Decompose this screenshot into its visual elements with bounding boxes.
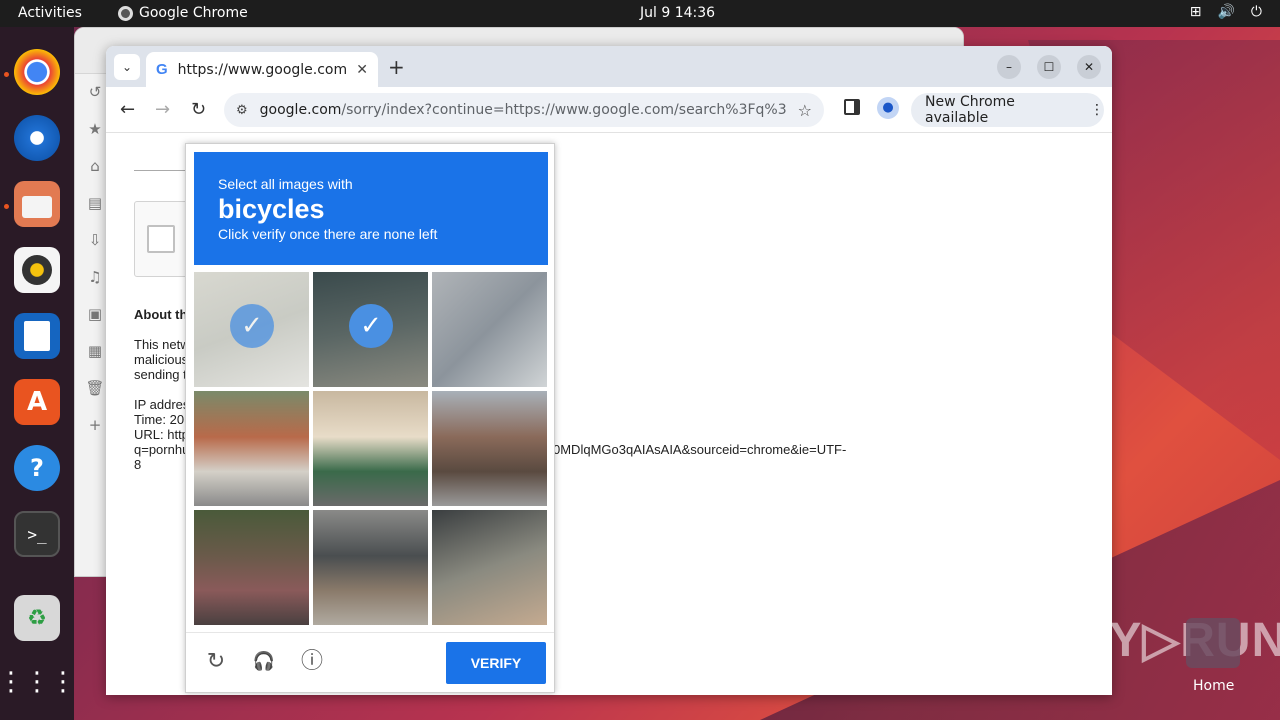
close-window-button[interactable]: ✕ [1077,55,1101,79]
reload-button[interactable]: ↻ [191,99,206,120]
tab-strip: ⌄ G https://www.google.com ✕ + – ☐ ✕ [106,46,1112,87]
challenge-header: Select all images with bicycles Click ve… [194,152,548,265]
app-menu[interactable]: Google Chrome [118,5,248,21]
trash-icon[interactable]: ♻ [14,595,60,641]
chrome-icon [118,5,133,21]
image-tile[interactable] [194,391,309,506]
challenge-instruction: Select all images with [218,176,353,192]
address-bar[interactable]: ⚙ google.com/sorry/index?continue=https:… [224,93,824,127]
url-path: /sorry/index?continue=https://www.google… [341,102,788,118]
challenge-hint: Click verify once there are none left [218,226,438,242]
image-tile[interactable] [313,510,428,625]
challenge-target: bicycles [218,194,325,224]
terminal-icon[interactable]: >_ [14,511,60,557]
toolbar: ← → ↻ ⚙ google.com/sorry/index?continue=… [106,87,1112,133]
back-button[interactable]: ← [120,99,135,120]
running-indicator [4,72,9,77]
tab-search-button[interactable]: ⌄ [114,54,140,80]
reload-icon[interactable]: ↻ [203,649,229,675]
tab-google[interactable]: G https://www.google.com ✕ [146,52,378,87]
app-grid-icon[interactable]: ⋮⋮⋮ [0,659,76,705]
challenge-footer: ↻ 🎧 ⓘ VERIFY [186,632,554,692]
image-tile[interactable] [432,510,547,625]
audio-icon[interactable]: 🎧 [251,649,277,675]
paragraph-line: sending t [134,367,187,382]
verify-button[interactable]: VERIFY [446,642,546,684]
check-icon: ✓ [230,304,274,348]
side-panel-icon[interactable] [844,99,860,115]
info-icon[interactable]: ⓘ [299,649,325,675]
recaptcha-checkbox[interactable] [147,225,175,253]
app-name: Google Chrome [139,5,248,21]
thunderbird-icon[interactable] [14,115,60,161]
volume-icon: 🔊 [1217,4,1235,20]
home-folder-icon[interactable] [1186,618,1240,668]
writer-icon[interactable] [14,313,60,359]
url-line: URL: http [134,427,189,442]
clock[interactable]: Jul 9 14:36 [640,5,715,21]
paragraph-line: malicious [134,352,189,367]
tab-title: https://www.google.com [177,61,347,78]
google-icon: G [156,61,168,78]
activities-button[interactable]: Activities [18,5,82,21]
bookmark-star-icon[interactable]: ☆ [798,101,812,120]
system-tray[interactable]: ⊞ 🔊 ⏻ [1190,4,1262,20]
minimize-button[interactable]: – [997,55,1021,79]
forward-button[interactable]: → [155,99,170,120]
image-tile[interactable]: ✓ [313,272,428,387]
power-icon: ⏻ [1250,4,1262,20]
query-line: q=pornhu [134,442,190,457]
site-info-icon[interactable]: ⚙ [236,103,248,118]
url-tail-continued: 8 [134,457,142,472]
network-icon: ⊞ [1189,4,1202,20]
menu-icon[interactable]: ⋮ [1090,102,1104,118]
image-tile[interactable] [432,391,547,506]
check-icon: ✓ [349,304,393,348]
image-tile[interactable]: ✓ [194,272,309,387]
files-icon[interactable] [14,181,60,227]
new-tab-button[interactable]: + [388,55,405,79]
url-tail: 0MDlqMGo3qAIAsAIA&sourceid=chrome&ie=UTF… [553,442,847,457]
about-heading: About th [134,307,188,322]
app-center-icon[interactable]: A [14,379,60,425]
dock: A ? >_ ♻ ⋮⋮⋮ [0,27,76,720]
image-grid: ✓ ✓ [194,272,548,626]
paragraph-line: This netw [134,337,190,352]
time-line: Time: 20 [134,412,185,427]
help-icon[interactable]: ? [14,445,60,491]
image-tile[interactable] [194,510,309,625]
running-indicator [4,204,9,209]
url-text: google.com/sorry/index?continue=https://… [260,102,788,118]
home-folder-label: Home [1193,678,1235,694]
update-chip-label: New Chrome available [925,94,1015,126]
maximize-button[interactable]: ☐ [1037,55,1061,79]
watermark: ANY▷RUN [1038,614,1280,667]
close-icon[interactable]: ✕ [356,62,368,78]
update-chrome-button[interactable]: New Chrome available ⋮ [911,93,1104,127]
image-tile[interactable] [313,391,428,506]
ip-line: IP addres [134,397,190,412]
url-host: google.com [259,102,342,118]
profile-avatar[interactable]: ● [877,97,899,119]
recaptcha-challenge: Select all images with bicycles Click ve… [185,143,555,693]
chrome-icon[interactable] [14,49,60,95]
top-bar: Activities Google Chrome Jul 9 14:36 ⊞ 🔊… [0,0,1280,27]
image-tile[interactable] [432,272,547,387]
rhythmbox-icon[interactable] [14,247,60,293]
